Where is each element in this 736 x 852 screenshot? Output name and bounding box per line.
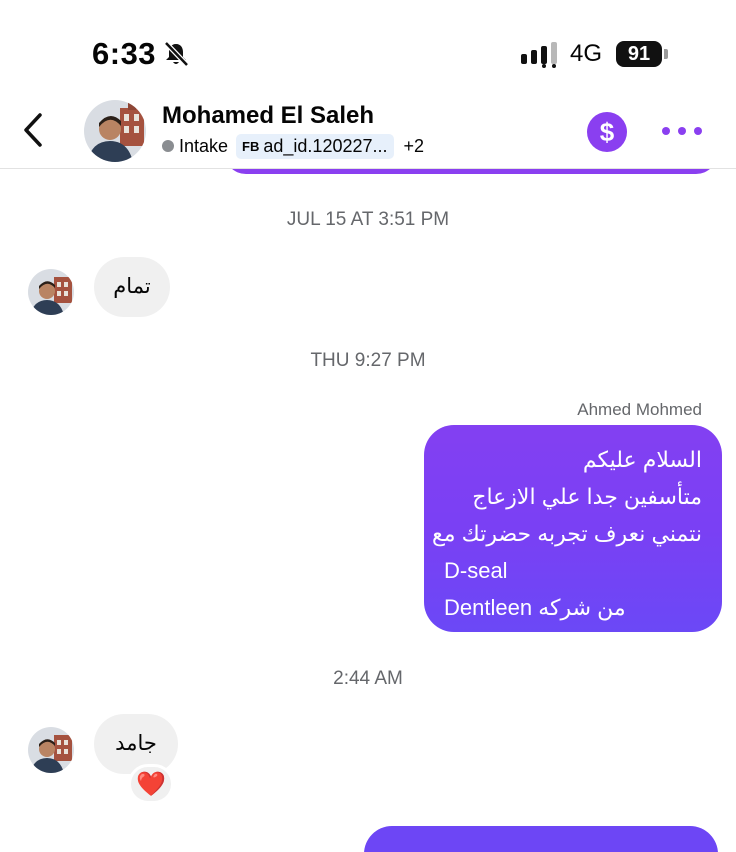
contact-name[interactable]: Mohamed El Saleh xyxy=(162,102,374,130)
incoming-message[interactable]: تمام xyxy=(94,257,170,317)
ad-tag[interactable]: FB ad_id.120227... xyxy=(236,133,394,159)
conversation-header: Mohamed El Saleh Intake FB ad_id.120227.… xyxy=(0,96,736,169)
fb-label: FB xyxy=(242,138,260,154)
timestamp: 2:44 AM xyxy=(333,668,403,689)
stage-tag-label: Intake xyxy=(179,135,229,156)
message-line: السلام عليكم xyxy=(582,447,702,472)
back-chevron-icon[interactable] xyxy=(16,110,50,150)
dollar-icon[interactable]: $ xyxy=(587,112,627,152)
sender-name: Ahmed Mohmed xyxy=(577,400,702,419)
signal-bars-icon xyxy=(521,42,561,68)
contact-avatar[interactable] xyxy=(28,269,74,315)
message-line: متأسفين جدا علي الازعاج xyxy=(472,484,702,509)
contact-avatar[interactable] xyxy=(84,100,146,162)
more-tags[interactable]: +2 xyxy=(404,136,425,157)
battery-level: 91 xyxy=(616,41,662,67)
stage-tag[interactable]: Intake xyxy=(162,136,228,157)
bell-off-icon xyxy=(162,40,190,68)
battery-cap xyxy=(664,49,668,59)
message-line: نتمني نعرف تجربه حضرتك مع xyxy=(432,521,702,546)
outgoing-message[interactable]: السلام عليكم متأسفين جدا علي الازعاج نتم… xyxy=(424,425,722,632)
status-dot-icon xyxy=(162,140,174,152)
contact-tags: Intake FB ad_id.120227... +2 xyxy=(162,132,424,160)
timestamp: THU 9:27 PM xyxy=(310,350,426,371)
network-type: 4G xyxy=(570,40,603,67)
clock: 6:33 xyxy=(92,36,157,71)
ad-tag-label: ad_id.120227... xyxy=(263,135,388,156)
incoming-message[interactable]: جامد xyxy=(94,714,178,774)
status-bar: 6:33 4G 91 xyxy=(0,0,736,100)
more-dots-icon[interactable] xyxy=(662,118,702,144)
timestamp: JUL 15 AT 3:51 PM xyxy=(286,209,450,230)
contact-avatar[interactable] xyxy=(28,727,74,773)
heart-icon[interactable]: ❤️ xyxy=(128,764,174,804)
next-message-bubble[interactable] xyxy=(364,826,718,852)
message-line: D-seal xyxy=(444,558,508,583)
message-line: Dentleen من شركه xyxy=(444,595,626,620)
